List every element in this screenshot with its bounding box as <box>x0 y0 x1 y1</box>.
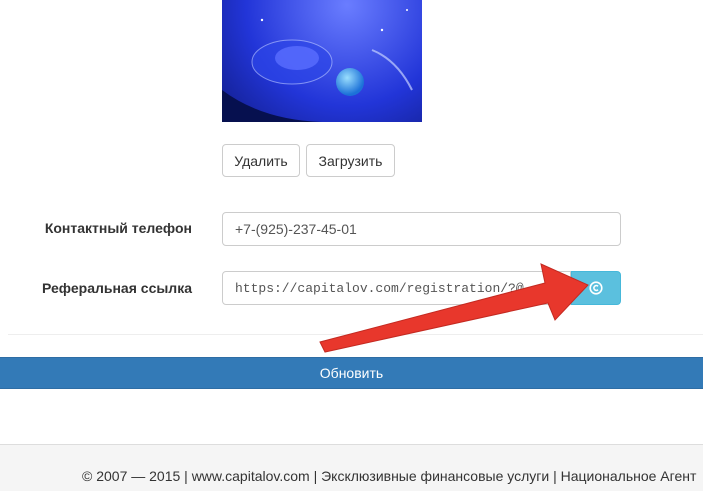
phone-label: Контактный телефон <box>44 220 192 236</box>
avatar-image <box>222 0 422 122</box>
copy-referral-button[interactable] <box>571 271 621 305</box>
referral-label: Реферальная ссылка <box>42 280 192 296</box>
footer: © 2007 — 2015 | www.capitalov.com | Экск… <box>0 444 703 491</box>
footer-text: © 2007 — 2015 | www.capitalov.com | Экск… <box>82 468 697 484</box>
update-button[interactable]: Обновить <box>0 357 703 389</box>
divider <box>8 334 703 335</box>
upload-avatar-button[interactable]: Загрузить <box>306 144 395 177</box>
copyright-icon <box>589 281 603 295</box>
phone-input[interactable]: +7-(925)-237-45-01 <box>222 212 621 246</box>
referral-link-input[interactable]: https://capitalov.com/registration/?@ <box>222 271 571 305</box>
delete-avatar-button[interactable]: Удалить <box>222 144 300 177</box>
avatar <box>222 0 422 122</box>
profile-page: Удалить Загрузить Контактный телефон +7-… <box>0 0 703 491</box>
